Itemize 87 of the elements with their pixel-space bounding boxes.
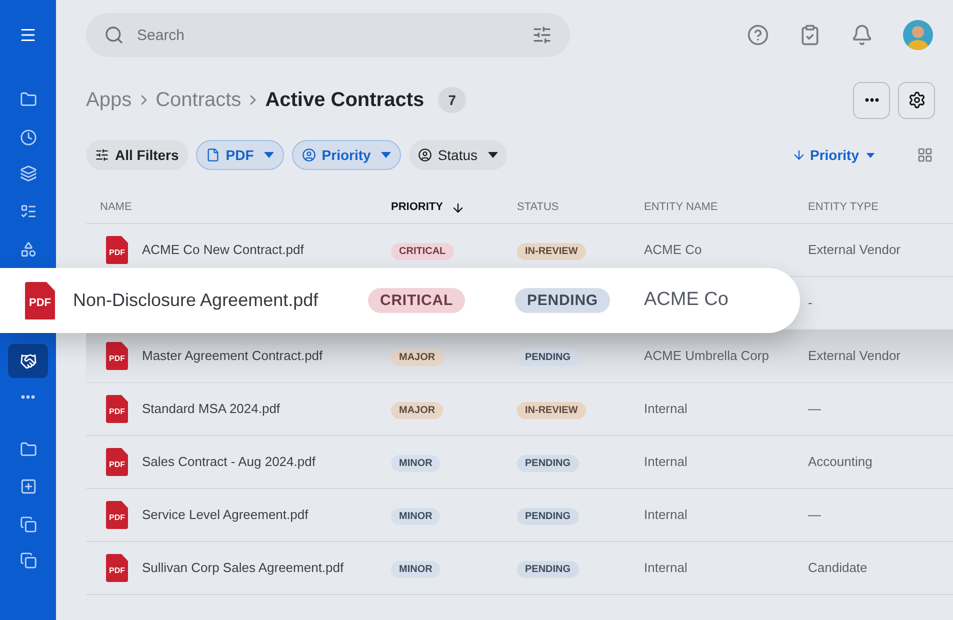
sliders-icon[interactable]: [532, 25, 552, 45]
settings-icon: [908, 91, 926, 109]
entity-type: Candidate: [808, 559, 868, 578]
pdf-file-icon: PDF: [25, 282, 55, 320]
file-name[interactable]: Master Agreement Contract.pdf: [142, 346, 323, 366]
entity-name: ACME Co: [644, 241, 703, 260]
priority-tag: CRITICAL: [391, 243, 454, 260]
search-icon: [104, 25, 124, 45]
copy-icon: [20, 552, 36, 568]
folder-icon: [20, 440, 36, 458]
avatar[interactable]: [903, 20, 933, 50]
more-button[interactable]: [853, 82, 890, 118]
entity-type: Accounting: [808, 453, 874, 472]
caret-icon: [488, 152, 498, 158]
file-name[interactable]: ACME Co New Contract.pdf: [142, 240, 304, 260]
entity-type: —: [808, 506, 822, 524]
entity-name: Internal: [644, 506, 688, 524]
filter-chip[interactable]: Priority: [292, 140, 401, 170]
bell-icon[interactable]: [851, 24, 873, 46]
sliders-icon: [95, 148, 109, 162]
caret-icon: [866, 152, 875, 158]
pdf-file-icon: PDF: [106, 342, 128, 370]
count-badge: 7: [438, 87, 466, 113]
priority-tag: MINOR: [391, 508, 440, 525]
filter-chip[interactable]: Status: [408, 140, 507, 170]
filter-chip[interactable]: All Filters: [86, 140, 188, 170]
copy-icon: [20, 516, 36, 532]
file-name[interactable]: Standard MSA 2024.pdf: [142, 399, 280, 419]
entity-type: External Vendor: [808, 347, 902, 366]
column-header[interactable]: PRIORITY: [391, 199, 443, 216]
settings-button[interactable]: [898, 82, 935, 118]
menu-icon[interactable]: [19, 26, 37, 44]
entity-name: Internal: [644, 453, 688, 472]
pdf-file-icon: PDF: [106, 554, 128, 582]
clock-icon: [20, 128, 36, 146]
column-header[interactable]: ENTITY TYPE: [808, 199, 879, 216]
file-icon: [206, 148, 220, 162]
file-name[interactable]: Sullivan Corp Sales Agreement.pdf: [142, 558, 344, 578]
handshake-icon: [20, 352, 36, 370]
status-tag: PENDING: [517, 508, 579, 525]
entity-name: ACME Co: [644, 288, 728, 312]
more-icon: [21, 395, 35, 399]
sort-button[interactable]: Priority: [792, 144, 875, 166]
status-tag: PENDING: [515, 288, 610, 312]
pdf-file-icon: PDF: [106, 501, 128, 529]
clipboard-check-icon[interactable]: [799, 24, 821, 46]
pdf-file-icon: PDF: [106, 236, 128, 264]
pdf-file-icon: PDF: [106, 448, 128, 476]
search-field[interactable]: Search: [86, 13, 570, 57]
layers-icon: [20, 164, 36, 182]
column-header[interactable]: NAME: [100, 199, 132, 216]
entity-type: -: [808, 294, 814, 312]
pdf-file-icon: PDF: [106, 395, 128, 423]
priority-tag: MAJOR: [391, 349, 444, 366]
shapes-icon: [20, 240, 36, 258]
page-title: Active Contracts: [265, 88, 424, 113]
file-name[interactable]: Non-Disclosure Agreement.pdf: [73, 287, 368, 314]
priority-tag: CRITICAL: [368, 288, 465, 312]
status-tag: PENDING: [517, 455, 579, 472]
status-tag: IN-REVIEW: [517, 243, 586, 260]
help-icon[interactable]: [747, 24, 769, 46]
caret-icon: [264, 152, 274, 158]
highlighted-row-card[interactable]: PDF Non-Disclosure Agreement.pdf CRITICAL PENDING ACME Co: [0, 268, 800, 333]
column-header[interactable]: ENTITY NAME: [644, 199, 718, 216]
folder-icon: [20, 90, 36, 108]
status-tag: IN-REVIEW: [517, 402, 586, 419]
list-icon: [20, 202, 36, 220]
column-header[interactable]: STATUS: [517, 199, 559, 216]
entity-name: ACME Umbrella Corp: [644, 347, 770, 366]
more-icon: [864, 98, 878, 102]
grid-view-icon[interactable]: [917, 147, 933, 163]
entity-type: —: [808, 400, 822, 418]
filter-chip[interactable]: PDF: [196, 140, 284, 170]
file-name[interactable]: Sales Contract - Aug 2024.pdf: [142, 452, 316, 472]
priority-tag: MINOR: [391, 561, 440, 578]
sort-arrow-icon: [450, 200, 465, 214]
entity-type: External Vendor: [808, 241, 902, 260]
priority-tag: MINOR: [391, 455, 440, 472]
status-tag: PENDING: [517, 349, 579, 366]
status-tag: PENDING: [517, 561, 579, 578]
caret-icon: [380, 152, 391, 158]
entity-name: Internal: [644, 559, 688, 578]
entity-name: Internal: [644, 400, 688, 418]
sidebar-item[interactable]: [8, 344, 48, 378]
plus-square-icon: [20, 478, 36, 494]
file-name[interactable]: Service Level Agreement.pdf: [142, 505, 308, 525]
priority-tag: MAJOR: [391, 402, 444, 419]
